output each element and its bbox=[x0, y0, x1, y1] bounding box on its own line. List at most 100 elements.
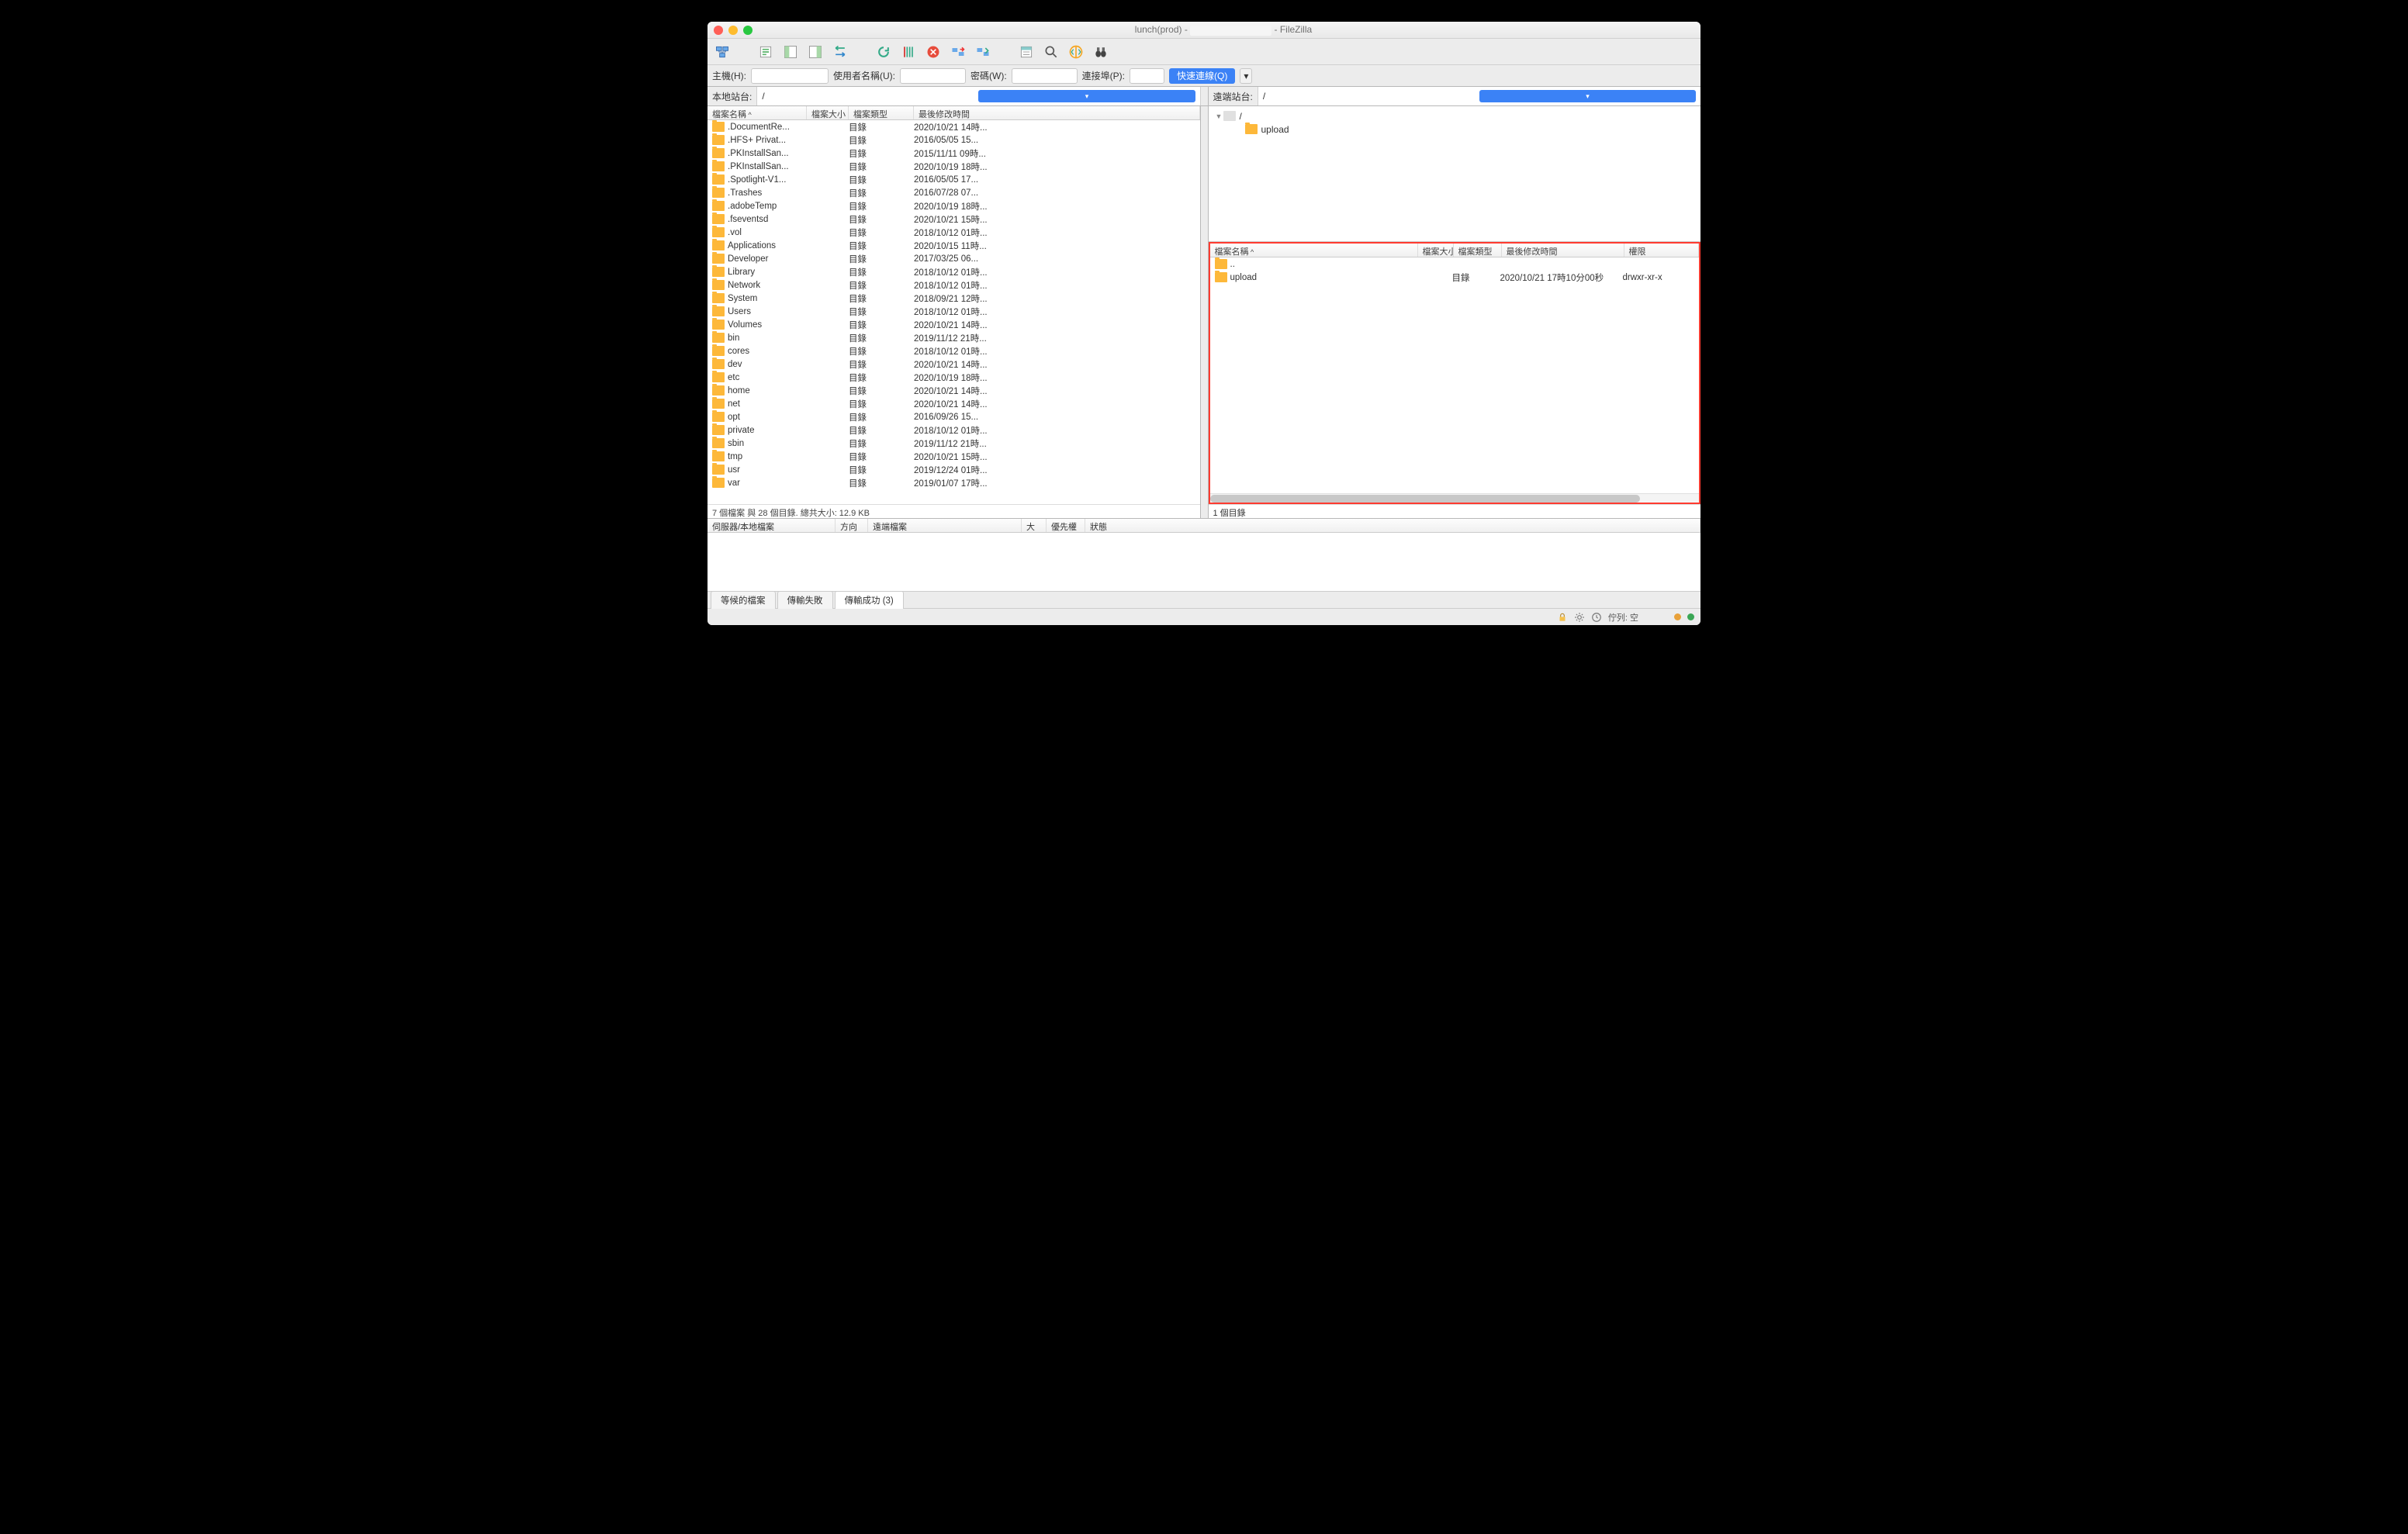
gear-icon[interactable] bbox=[1574, 612, 1585, 623]
process-queue-icon[interactable] bbox=[898, 42, 919, 62]
col-filesize[interactable]: 檔案大小 bbox=[807, 106, 849, 119]
toggle-log-icon[interactable] bbox=[756, 42, 776, 62]
col-modified[interactable]: 最後修改時間 bbox=[914, 106, 1200, 119]
local-list-header[interactable]: 檔案名稱 檔案大小 檔案類型 最後修改時間 bbox=[708, 106, 1200, 120]
list-item[interactable]: bin目錄2019/11/12 21時... bbox=[708, 331, 1200, 344]
folder-icon bbox=[712, 122, 725, 132]
col-direction[interactable]: 方向 bbox=[836, 519, 868, 532]
remote-list-header[interactable]: 檔案名稱 檔案大小 檔案類型 最後修改時間 權限 bbox=[1210, 244, 1700, 257]
col-filesize[interactable]: 檔案大小 bbox=[1418, 244, 1454, 257]
col-server-local[interactable]: 伺服器/本地檔案 bbox=[708, 519, 836, 532]
password-input[interactable] bbox=[1012, 68, 1078, 84]
chevron-down-icon[interactable] bbox=[1479, 90, 1696, 102]
local-site-label: 本地站台: bbox=[708, 87, 757, 105]
toggle-queue-icon[interactable] bbox=[830, 42, 850, 62]
list-item[interactable]: Users目錄2018/10/12 01時... bbox=[708, 305, 1200, 318]
tree-node-root[interactable]: ▼/ bbox=[1215, 109, 1695, 123]
disconnect-icon[interactable] bbox=[948, 42, 968, 62]
list-item[interactable]: usr目錄2019/12/24 01時... bbox=[708, 463, 1200, 476]
list-item[interactable]: .fseventsd目錄2020/10/21 15時... bbox=[708, 212, 1200, 226]
titlebar[interactable]: lunch(prod) - - FileZilla bbox=[708, 22, 1700, 39]
reconnect-icon[interactable] bbox=[973, 42, 993, 62]
col-remote-file[interactable]: 遠端檔案 bbox=[868, 519, 1022, 532]
search-icon[interactable] bbox=[1041, 42, 1061, 62]
list-item[interactable]: sbin目錄2019/11/12 21時... bbox=[708, 437, 1200, 450]
folder-icon bbox=[712, 346, 725, 356]
list-item[interactable]: etc目錄2020/10/19 18時... bbox=[708, 371, 1200, 384]
list-item[interactable]: Applications目錄2020/10/15 11時... bbox=[708, 239, 1200, 252]
col-filename[interactable]: 檔案名稱 bbox=[1210, 244, 1418, 257]
list-item[interactable]: .PKInstallSan...目錄2020/10/19 18時... bbox=[708, 160, 1200, 173]
list-item[interactable]: tmp目錄2020/10/21 15時... bbox=[708, 450, 1200, 463]
list-item[interactable]: .. bbox=[1210, 257, 1700, 271]
local-file-list[interactable]: .DocumentRe...目錄2020/10/21 14時....HFS+ P… bbox=[708, 120, 1200, 504]
list-item[interactable]: System目錄2018/09/21 12時... bbox=[708, 292, 1200, 305]
remote-file-list[interactable]: ..upload目錄2020/10/21 17時10分00秒drwxr-xr-x bbox=[1210, 257, 1700, 493]
list-item[interactable]: cores目錄2018/10/12 01時... bbox=[708, 344, 1200, 358]
refresh-icon[interactable] bbox=[874, 42, 894, 62]
drive-icon bbox=[1223, 111, 1236, 121]
list-item[interactable]: Network目錄2018/10/12 01時... bbox=[708, 278, 1200, 292]
binoculars-icon[interactable] bbox=[1091, 42, 1111, 62]
remote-hscrollbar[interactable] bbox=[1210, 493, 1700, 503]
list-item[interactable]: .Spotlight-V1...目錄2016/05/05 17... bbox=[708, 173, 1200, 186]
list-item[interactable]: Developer目錄2017/03/25 06... bbox=[708, 252, 1200, 265]
username-input[interactable] bbox=[900, 68, 966, 84]
site-manager-icon[interactable] bbox=[712, 42, 732, 62]
list-item[interactable]: .Trashes目錄2016/07/28 07... bbox=[708, 186, 1200, 199]
folder-icon bbox=[712, 227, 725, 237]
list-item[interactable]: opt目錄2016/09/26 15... bbox=[708, 410, 1200, 423]
col-filetype[interactable]: 檔案類型 bbox=[1454, 244, 1502, 257]
list-item[interactable]: upload目錄2020/10/21 17時10分00秒drwxr-xr-x bbox=[1210, 271, 1700, 284]
col-filename[interactable]: 檔案名稱 bbox=[708, 106, 807, 119]
statusbar: 佇列: 空 bbox=[708, 608, 1700, 625]
zoom-icon[interactable] bbox=[743, 26, 752, 35]
toolbar bbox=[708, 39, 1700, 65]
compare-icon[interactable] bbox=[1066, 42, 1086, 62]
activity-recv-icon bbox=[1687, 613, 1694, 620]
folder-icon bbox=[712, 425, 725, 435]
tab-waiting[interactable]: 等候的檔案 bbox=[711, 591, 776, 609]
local-path-combo[interactable]: / bbox=[757, 90, 1199, 102]
cancel-icon[interactable] bbox=[923, 42, 943, 62]
chevron-down-icon[interactable] bbox=[978, 90, 1195, 102]
port-input[interactable] bbox=[1130, 68, 1164, 84]
remote-site-label: 遠端站台: bbox=[1209, 87, 1258, 105]
list-item[interactable]: net目錄2020/10/21 14時... bbox=[708, 397, 1200, 410]
col-status[interactable]: 狀態 bbox=[1085, 519, 1700, 532]
folder-icon bbox=[712, 174, 725, 185]
list-item[interactable]: .adobeTemp目錄2020/10/19 18時... bbox=[708, 199, 1200, 212]
username-label: 使用者名稱(U): bbox=[833, 69, 895, 82]
remote-tree[interactable]: ▼/ upload bbox=[1209, 106, 1701, 242]
filter-icon[interactable] bbox=[1016, 42, 1036, 62]
list-item[interactable]: .HFS+ Privat...目錄2016/05/05 15... bbox=[708, 133, 1200, 147]
col-modified[interactable]: 最後修改時間 bbox=[1502, 244, 1624, 257]
quickconnect-button[interactable]: 快速連線(Q) bbox=[1169, 68, 1235, 84]
list-item[interactable]: Library目錄2018/10/12 01時... bbox=[708, 265, 1200, 278]
queue-header[interactable]: 伺服器/本地檔案 方向 遠端檔案 大小 優先權 狀態 bbox=[708, 519, 1700, 533]
tree-node-upload[interactable]: upload bbox=[1215, 123, 1695, 136]
list-item[interactable]: .PKInstallSan...目錄2015/11/11 09時... bbox=[708, 147, 1200, 160]
list-item[interactable]: Volumes目錄2020/10/21 14時... bbox=[708, 318, 1200, 331]
col-size[interactable]: 大小 bbox=[1022, 519, 1047, 532]
list-item[interactable]: .vol目錄2018/10/12 01時... bbox=[708, 226, 1200, 239]
queue-body[interactable] bbox=[708, 533, 1700, 591]
list-item[interactable]: .DocumentRe...目錄2020/10/21 14時... bbox=[708, 120, 1200, 133]
close-icon[interactable] bbox=[714, 26, 723, 35]
tab-failed[interactable]: 傳輸失敗 bbox=[777, 591, 833, 609]
list-item[interactable]: home目錄2020/10/21 14時... bbox=[708, 384, 1200, 397]
remote-path-combo[interactable]: / bbox=[1258, 90, 1700, 102]
list-item[interactable]: var目錄2019/01/07 17時... bbox=[708, 476, 1200, 489]
col-filetype[interactable]: 檔案類型 bbox=[849, 106, 914, 119]
toggle-remote-tree-icon[interactable] bbox=[805, 42, 825, 62]
list-item[interactable]: private目錄2018/10/12 01時... bbox=[708, 423, 1200, 437]
host-input[interactable] bbox=[751, 68, 829, 84]
tab-success[interactable]: 傳輸成功 (3) bbox=[835, 591, 904, 609]
minimize-icon[interactable] bbox=[728, 26, 738, 35]
queue-status-text: 佇列: 空 bbox=[1608, 611, 1638, 624]
col-priority[interactable]: 優先權 bbox=[1047, 519, 1085, 532]
list-item[interactable]: dev目錄2020/10/21 14時... bbox=[708, 358, 1200, 371]
col-permissions[interactable]: 權限 bbox=[1624, 244, 1700, 257]
quickconnect-history-dropdown[interactable]: ▾ bbox=[1240, 68, 1252, 84]
toggle-local-tree-icon[interactable] bbox=[780, 42, 801, 62]
